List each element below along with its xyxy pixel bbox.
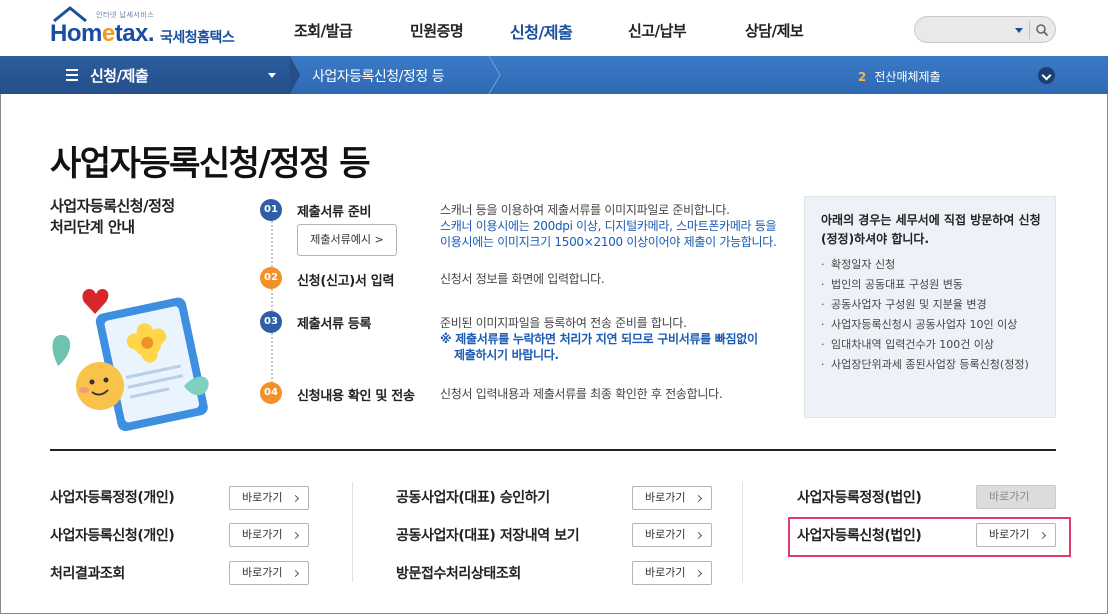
step-description: 신청서 입력내용과 제출서류를 최종 확인한 후 전송합니다. bbox=[440, 387, 723, 401]
step-label: 신청(신고)서 입력 bbox=[297, 274, 395, 289]
column-divider bbox=[742, 482, 743, 582]
search-divider bbox=[1029, 21, 1030, 39]
link-label-joint-approve: 공동사업자(대표) 승인하기 bbox=[396, 490, 550, 506]
guide-title: 사업자등록신청/정정 처리단계 안내 bbox=[50, 197, 175, 236]
list-item: 공동사업자 구성원 및 지분율 변경 bbox=[821, 297, 1046, 312]
step-label: 제출서류 등록 bbox=[297, 317, 372, 332]
menu-inquiry[interactable]: 조회/발급 bbox=[294, 20, 353, 41]
hometax-logo[interactable]: 인터넷 납세서비스 Hometax. 국세청홈택스 bbox=[50, 6, 250, 50]
section-title: 신청/제출 bbox=[90, 67, 149, 85]
chevron-down-icon[interactable] bbox=[1015, 28, 1023, 33]
link-label-correct-individual: 사업자등록정정(개인) bbox=[50, 490, 175, 506]
go-result-inquiry-button[interactable]: 바로가기 bbox=[229, 561, 309, 585]
step-number: 02 bbox=[260, 267, 282, 289]
notice-list: 확정일자 신청 법인의 공동대표 구성원 변동 공동사업자 구성원 및 지분율 … bbox=[821, 257, 1046, 377]
list-item: 확정일자 신청 bbox=[821, 257, 1046, 272]
logo-subtitle: 인터넷 납세서비스 bbox=[96, 11, 155, 19]
step-description: 준비된 이미지파일을 등록하여 전송 준비를 합니다. ※ 제출서류를 누락하면… bbox=[440, 316, 758, 362]
breadcrumb-separator bbox=[290, 56, 300, 94]
list-item: 사업장단위과세 종된사업장 등록신청(정정) bbox=[821, 357, 1046, 372]
step-label: 제출서류 준비 bbox=[297, 205, 372, 220]
go-correct-individual-button[interactable]: 바로가기 bbox=[229, 486, 309, 510]
go-joint-approve-button[interactable]: 바로가기 bbox=[632, 486, 712, 510]
breadcrumb[interactable]: 사업자등록신청/정정 등 bbox=[312, 66, 444, 86]
notice-ticker[interactable]: 2 전산매체제출 bbox=[858, 68, 941, 85]
menu-icon[interactable] bbox=[66, 69, 78, 84]
list-item: 법인의 공동대표 구성원 변동 bbox=[821, 277, 1046, 292]
step-description: 스캐너 등을 이용하여 제출서류를 이미지파일로 준비합니다. 스캐너 이용시에… bbox=[440, 203, 777, 249]
menu-counsel[interactable]: 상담/제보 bbox=[745, 20, 804, 41]
breadcrumb-arrow-icon bbox=[488, 56, 501, 94]
logo-wordmark: Hometax. bbox=[50, 20, 155, 47]
logo-korean: 국세청홈택스 bbox=[160, 30, 235, 46]
visit-notice-box: 아래의 경우는 세무서에 직접 방문하여 신청(정정)하셔야 합니다. 확정일자… bbox=[804, 196, 1056, 418]
section-divider bbox=[50, 449, 1056, 451]
menu-report[interactable]: 신고/납부 bbox=[628, 20, 687, 41]
go-correct-corporate-button[interactable]: 바로가기 bbox=[976, 485, 1056, 509]
link-label-apply-individual: 사업자등록신청(개인) bbox=[50, 528, 175, 544]
go-apply-corporate-button[interactable]: 바로가기 bbox=[976, 523, 1056, 547]
go-joint-saved-button[interactable]: 바로가기 bbox=[632, 523, 712, 547]
step-description: 신청서 정보를 화면에 입력합니다. bbox=[440, 272, 605, 286]
go-apply-individual-button[interactable]: 바로가기 bbox=[229, 523, 309, 547]
section-selector[interactable]: 신청/제출 bbox=[0, 56, 290, 94]
link-label-correct-corporate: 사업자등록정정(법인) bbox=[797, 490, 922, 506]
notice-heading: 아래의 경우는 세무서에 직접 방문하여 신청(정정)하셔야 합니다. bbox=[821, 213, 1041, 246]
go-visit-status-button[interactable]: 바로가기 bbox=[632, 561, 712, 585]
search-icon[interactable] bbox=[1035, 23, 1049, 37]
location-bar: 신청/제출 사업자등록신청/정정 등 2 전산매체제출 bbox=[0, 56, 1108, 94]
column-divider bbox=[352, 482, 353, 582]
search-input[interactable] bbox=[914, 16, 1056, 43]
top-header: 인터넷 납세서비스 Hometax. 국세청홈택스 조회/발급 민원증명 신청/… bbox=[0, 0, 1108, 56]
step-connector bbox=[271, 210, 273, 390]
link-label-result-inquiry: 처리결과조회 bbox=[50, 566, 125, 582]
step-number: 04 bbox=[260, 382, 282, 404]
chevron-down-icon[interactable] bbox=[1038, 67, 1055, 84]
link-label-joint-saved: 공동사업자(대표) 저장내역 보기 bbox=[396, 528, 580, 544]
link-label-visit-status: 방문접수처리상태조회 bbox=[396, 566, 521, 582]
document-illustration bbox=[52, 288, 209, 432]
link-label-apply-corporate: 사업자등록신청(법인) bbox=[797, 528, 922, 544]
step-number: 01 bbox=[260, 199, 282, 221]
menu-apply[interactable]: 신청/제출 bbox=[510, 19, 573, 43]
chevron-down-icon[interactable] bbox=[268, 73, 276, 78]
menu-certificate[interactable]: 민원증명 bbox=[410, 20, 464, 41]
step-number: 03 bbox=[260, 311, 282, 333]
list-item: 사업자등록신청시 공동사업자 10인 이상 bbox=[821, 317, 1046, 332]
step-label: 신청내용 확인 및 전송 bbox=[297, 389, 415, 404]
list-item: 임대차내역 입력건수가 100건 이상 bbox=[821, 337, 1046, 352]
page-title: 사업자등록신청/정정 등 bbox=[50, 144, 371, 184]
sample-documents-button[interactable]: 제출서류예시 > bbox=[297, 224, 397, 256]
